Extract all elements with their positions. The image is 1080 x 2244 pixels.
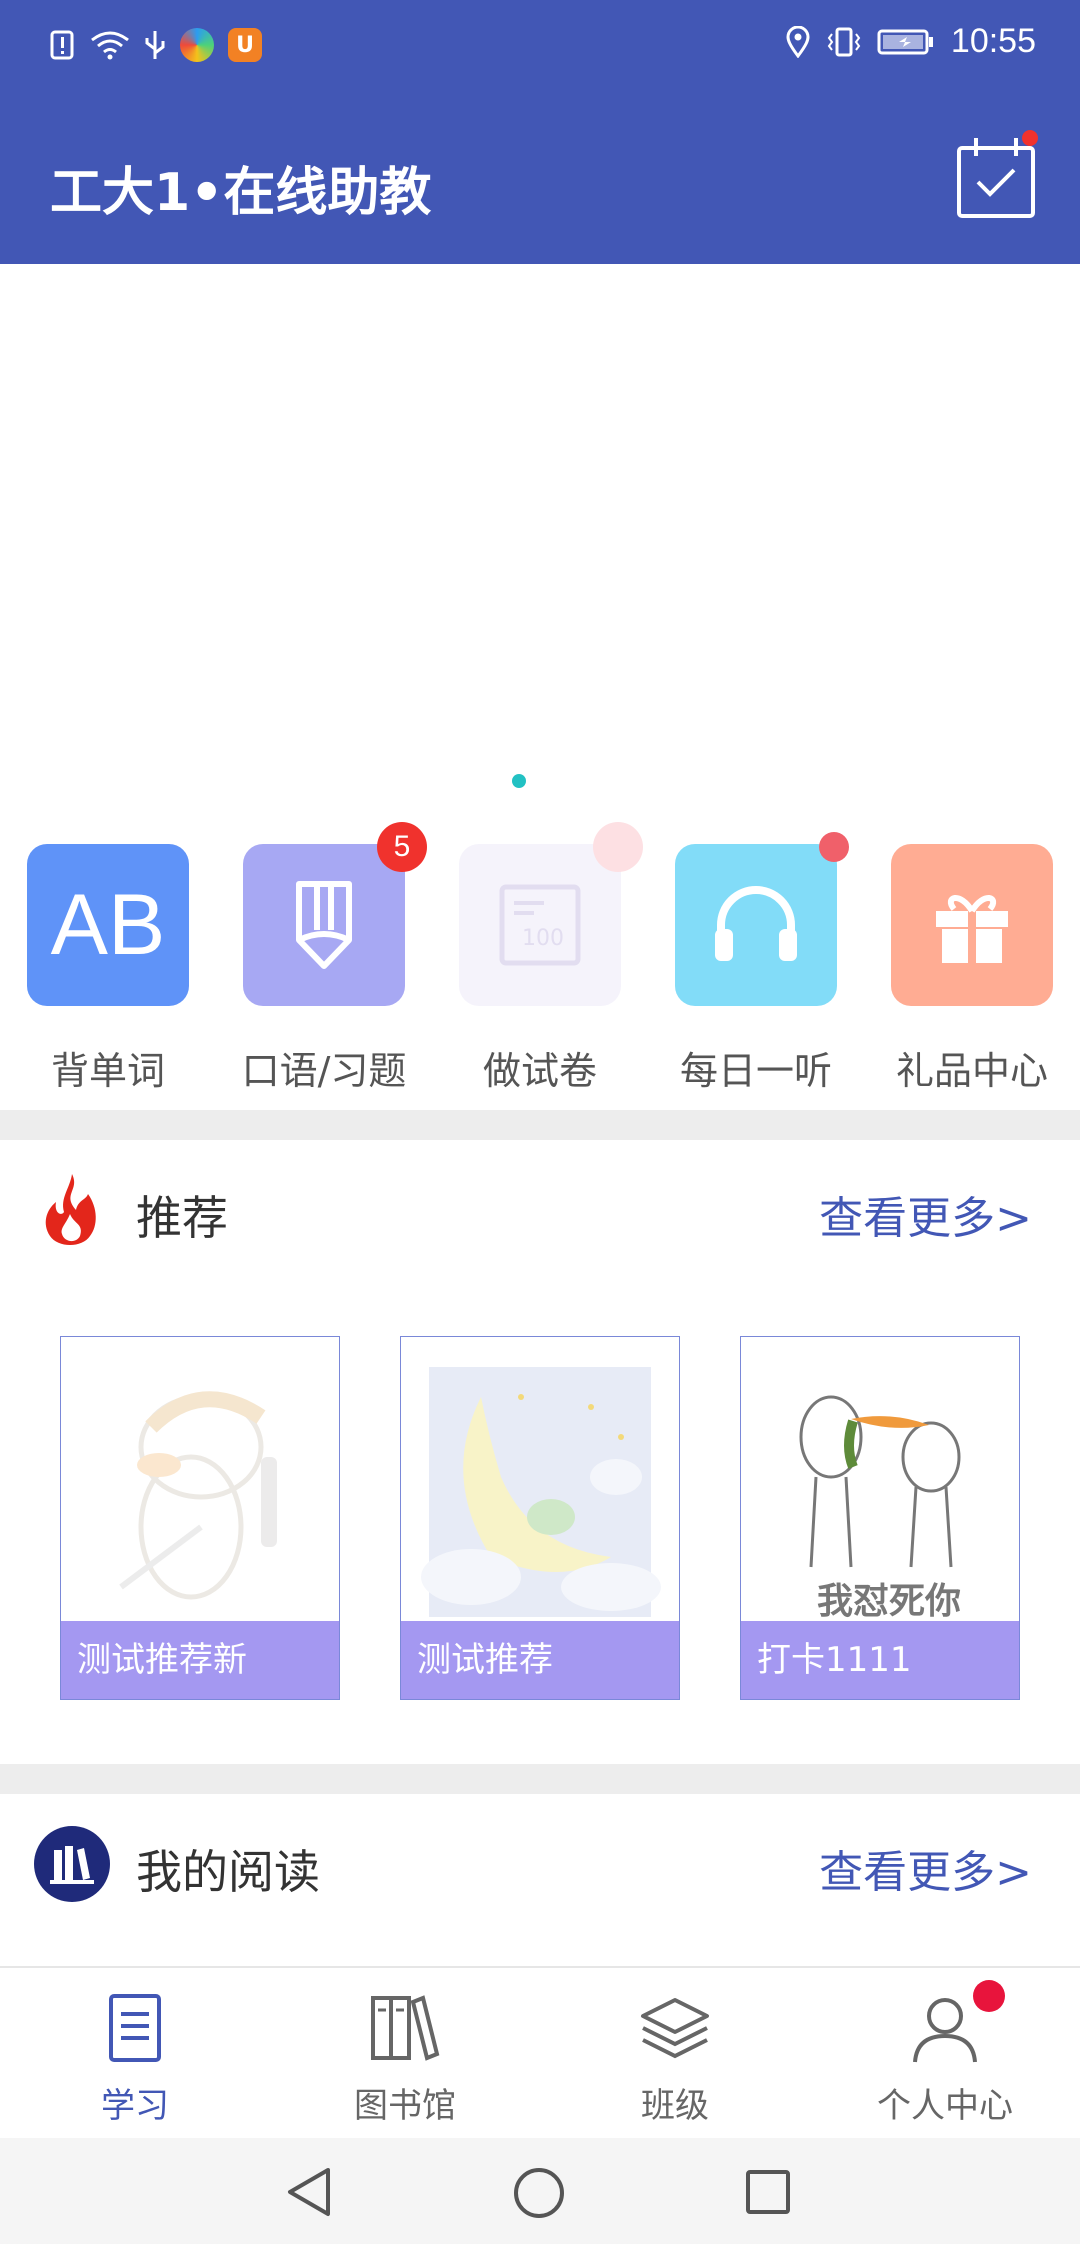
status-bar: U 10:55 bbox=[0, 0, 1080, 96]
feature-speaking-exercises[interactable]: 5 口语/习题 bbox=[234, 822, 427, 1095]
layers-icon bbox=[639, 1992, 711, 2064]
tab-label: 班级 bbox=[641, 2086, 709, 2126]
section-divider bbox=[0, 1110, 1080, 1140]
notification-dot bbox=[819, 832, 849, 862]
svg-text:100: 100 bbox=[522, 926, 564, 951]
app-header: U 10:55 工大1•在线助教 bbox=[0, 0, 1080, 264]
meme-text: 我怼死你 bbox=[817, 1581, 961, 1621]
notification-dot bbox=[973, 1980, 1005, 2012]
recommend-card[interactable]: 我怼死你 打卡1111 bbox=[740, 1336, 1020, 1700]
books-icon bbox=[34, 1826, 110, 1902]
reading-section-header: 我的阅读 查看更多> bbox=[0, 1794, 1080, 1934]
system-nav-bar bbox=[0, 2138, 1080, 2244]
uc-browser-icon: U bbox=[228, 28, 262, 62]
gift-tile bbox=[891, 844, 1053, 1006]
wifi-icon bbox=[91, 31, 129, 60]
card-caption: 测试推荐 bbox=[401, 1621, 679, 1699]
tab-profile[interactable]: 个人中心 bbox=[845, 1980, 1045, 2127]
feature-label: 每日一听 bbox=[679, 1049, 832, 1093]
calendar-check-icon bbox=[957, 138, 1035, 218]
notification-dot bbox=[593, 822, 643, 872]
feature-daily-listening[interactable]: 每日一听 bbox=[666, 832, 849, 1095]
battery-icon bbox=[877, 29, 933, 54]
vibrate-icon bbox=[827, 27, 861, 56]
feature-label: 口语/习题 bbox=[241, 1049, 407, 1093]
section-divider bbox=[0, 1764, 1080, 1794]
feature-vocabulary[interactable]: AB 背单词 bbox=[18, 844, 198, 1095]
carousel-indicator bbox=[512, 774, 526, 788]
tab-label: 个人中心 bbox=[877, 2086, 1013, 2126]
banner-carousel[interactable] bbox=[0, 264, 1080, 794]
ab-icon: AB bbox=[50, 876, 166, 973]
tab-class[interactable]: 班级 bbox=[575, 1992, 775, 2127]
tab-label: 学习 bbox=[101, 2086, 169, 2126]
app-title: 工大1•在线助教 bbox=[50, 163, 432, 223]
fire-icon bbox=[45, 1174, 96, 1245]
recents-icon[interactable] bbox=[744, 2168, 792, 2216]
library-icon bbox=[369, 1992, 441, 2064]
duck-illustration bbox=[119, 1391, 277, 1600]
section-title: 推荐 bbox=[136, 1191, 228, 1245]
card-caption: 打卡1111 bbox=[741, 1621, 1019, 1699]
see-more-link[interactable]: 查看更多> bbox=[819, 1836, 1032, 1900]
feature-exam-paper[interactable]: 100 做试卷 bbox=[450, 822, 643, 1095]
gift-icon bbox=[936, 895, 1008, 963]
recommend-section-header: 推荐 查看更多> bbox=[0, 1140, 1080, 1280]
tab-study[interactable]: 学习 bbox=[35, 1992, 235, 2127]
see-more-link[interactable]: 查看更多> bbox=[819, 1182, 1032, 1246]
feature-label: 礼品中心 bbox=[895, 1049, 1048, 1093]
feature-gift-center[interactable]: 礼品中心 bbox=[882, 844, 1062, 1095]
feature-grid: AB 背单词 5 口语/习题 100 做试卷 每日一听 礼品中心 bbox=[0, 822, 1080, 1093]
exam-tile: 100 bbox=[459, 822, 643, 1006]
headphones-icon bbox=[715, 886, 797, 961]
recommend-card[interactable]: 测试推荐 bbox=[400, 1336, 680, 1700]
moon-dinosaur-illustration bbox=[421, 1367, 661, 1617]
meme-illustration: 我怼死你 bbox=[799, 1395, 961, 1621]
browser-app-icon bbox=[180, 28, 214, 62]
speaking-tile: 5 bbox=[243, 822, 427, 1006]
calendar-checkin-button[interactable] bbox=[956, 130, 1038, 220]
alert-icon bbox=[50, 30, 74, 60]
feature-label: 背单词 bbox=[50, 1049, 165, 1093]
feature-label: 做试卷 bbox=[482, 1049, 597, 1093]
recommend-card[interactable]: 测试推荐新 bbox=[60, 1336, 340, 1700]
unread-count-badge: 5 bbox=[377, 822, 427, 872]
exam-paper-icon: 100 bbox=[499, 884, 581, 966]
vocabulary-tile: AB bbox=[27, 844, 189, 1006]
section-title: 我的阅读 bbox=[136, 1845, 320, 1899]
card-caption: 测试推荐新 bbox=[61, 1621, 339, 1699]
usb-icon bbox=[145, 31, 165, 59]
status-time: 10:55 bbox=[950, 22, 1036, 60]
listening-tile bbox=[675, 832, 849, 1006]
location-icon bbox=[786, 25, 810, 58]
back-icon[interactable] bbox=[284, 2166, 334, 2218]
tab-library[interactable]: 图书馆 bbox=[305, 1992, 505, 2127]
notification-dot bbox=[1022, 130, 1038, 146]
home-icon[interactable] bbox=[512, 2166, 566, 2220]
document-icon bbox=[99, 1992, 171, 2064]
tab-label: 图书馆 bbox=[354, 2086, 456, 2126]
pencil-icon bbox=[296, 881, 352, 969]
bottom-nav: 学习 图书馆 班级 个人中心 bbox=[0, 1966, 1080, 2140]
user-icon bbox=[909, 1980, 1005, 2064]
